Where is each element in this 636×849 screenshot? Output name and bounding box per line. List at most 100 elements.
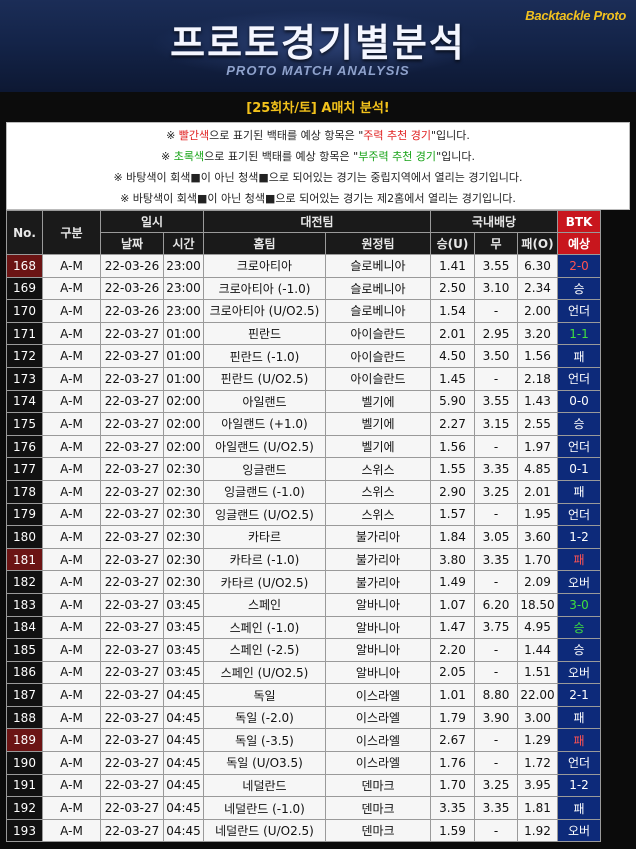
table-row[interactable]: 182 A-M 22-03-27 02:30 카타르 (U/O2.5) 불가리아 1.49-… <box>6 570 631 594</box>
table-row[interactable]: 183 A-M 22-03-27 03:45 스페인 알바니아 1.07 6.20 18.50 3… <box>6 592 631 617</box>
row-away-team: 알바니아 <box>325 660 431 685</box>
header-banner: 프로토경기별분석 PROTO MATCH ANALYSIS Backtackle… <box>0 0 636 92</box>
table-row[interactable]: 184 A-M 22-03-27 03:45 스페인 (-1.0) 알바니아 1.47 3.7… <box>6 615 631 640</box>
table-row[interactable]: 177 A-M 22-03-27 02:30 잉글랜드 스위스 1.55 3.35 4.85 0-… <box>6 457 631 481</box>
note-prefix: ※ <box>166 129 179 142</box>
row-type: A-M <box>42 728 101 753</box>
row-date: 22-03-27 <box>100 344 164 368</box>
row-away-team: 벨기에 <box>325 412 431 436</box>
row-away-team: 알바니아 <box>325 592 431 617</box>
row-date: 22-03-27 <box>100 728 164 753</box>
row-prediction: 3-0 <box>557 592 602 617</box>
row-number: 188 <box>6 705 43 730</box>
row-prediction: 패 <box>557 705 602 730</box>
row-time: 02:30 <box>163 570 204 594</box>
row-odds-lose: 2.18 <box>516 366 559 391</box>
table-row[interactable]: 189 A-M 22-03-27 04:45 독일 (-3.5) 이스라엘 2.67-1.2… <box>6 728 631 753</box>
row-number: 179 <box>6 502 43 527</box>
row-odds-win: 1.59 <box>430 818 475 843</box>
row-odds-lose: 1.81 <box>516 796 559 820</box>
row-odds-win: 1.84 <box>430 525 475 549</box>
row-home-team: 카타르 (-1.0) <box>203 547 326 572</box>
row-odds-draw: 3.35 <box>474 547 518 572</box>
table-row[interactable]: 181 A-M 22-03-27 02:30 카타르 (-1.0) 불가리아 3.80 3.3… <box>6 547 631 572</box>
row-type: A-M <box>42 254 101 278</box>
row-prediction: 2-0 <box>557 254 602 278</box>
row-type: A-M <box>42 525 101 549</box>
row-away-team: 이스라엘 <box>325 683 431 707</box>
table-row[interactable]: 171 A-M 22-03-27 01:00 핀란드 아이슬란드 2.01 2.95 3.20 1… <box>6 321 631 346</box>
row-home-team: 크로아티아 (U/O2.5) <box>203 299 326 323</box>
row-prediction: 승 <box>557 276 602 301</box>
row-odds-draw: 6.20 <box>474 592 518 617</box>
row-number: 187 <box>6 683 43 707</box>
note-suffix: "입니다. <box>431 129 470 142</box>
table-row[interactable]: 176 A-M 22-03-27 02:00 아일랜드 (U/O2.5) 벨기에 1.56-… <box>6 434 631 459</box>
row-prediction: 1-1 <box>557 321 602 346</box>
row-type: A-M <box>42 547 101 572</box>
row-odds-lose: 6.30 <box>516 254 559 278</box>
row-type: A-M <box>42 773 101 798</box>
row-home-team: 아일랜드 <box>203 389 326 414</box>
row-odds-lose: 3.95 <box>516 773 559 798</box>
row-home-team: 핀란드 (-1.0) <box>203 344 326 368</box>
row-number: 180 <box>6 525 43 549</box>
row-odds-win: 1.70 <box>430 773 475 798</box>
table-row[interactable]: 191 A-M 22-03-27 04:45 네덜란드 덴마크 1.70 3.25 3.95 1-… <box>6 773 631 798</box>
row-type: A-M <box>42 344 101 368</box>
table-row[interactable]: 186 A-M 22-03-27 03:45 스페인 (U/O2.5) 알바니아 2.05-… <box>6 660 631 685</box>
row-odds-win: 4.50 <box>430 344 475 368</box>
row-time: 04:45 <box>163 773 204 798</box>
row-away-team: 이스라엘 <box>325 728 431 753</box>
table-row[interactable]: 185 A-M 22-03-27 03:45 스페인 (-2.5) 알바니아 2.20-1.… <box>6 638 631 662</box>
table-row[interactable]: 188 A-M 22-03-27 04:45 독일 (-2.0) 이스라엘 1.79 3.90… <box>6 705 631 730</box>
row-type: A-M <box>42 638 101 662</box>
row-away-team: 벨기에 <box>325 434 431 459</box>
col-btk: BTK <box>557 210 602 233</box>
row-odds-draw: 3.90 <box>474 705 518 730</box>
brand-logo[interactable]: Backtackle Proto <box>525 8 626 23</box>
row-number: 184 <box>6 615 43 640</box>
row-time: 02:30 <box>163 479 204 504</box>
row-prediction: 0-1 <box>557 457 602 481</box>
table-row[interactable]: 180 A-M 22-03-27 02:30 카타르 불가리아 1.84 3.05 3.60 1-… <box>6 525 631 549</box>
col-match: 대전팀 <box>203 210 431 233</box>
table-row[interactable]: 193 A-M 22-03-27 04:45 네덜란드 (U/O2.5) 덴마크 1.59-… <box>6 818 631 843</box>
table-row[interactable]: 192 A-M 22-03-27 04:45 네덜란드 (-1.0) 덴마크 3.35 3.3… <box>6 796 631 820</box>
row-home-team: 네덜란드 (U/O2.5) <box>203 818 326 843</box>
table-row[interactable]: 172 A-M 22-03-27 01:00 핀란드 (-1.0) 아이슬란드 4.50 3.… <box>6 344 631 368</box>
row-date: 22-03-27 <box>100 705 164 730</box>
table-row[interactable]: 190 A-M 22-03-27 04:45 독일 (U/O3.5) 이스라엘 1.76-1… <box>6 751 631 775</box>
row-type: A-M <box>42 276 101 301</box>
row-home-team: 스페인 (-2.5) <box>203 638 326 662</box>
table-row[interactable]: 175 A-M 22-03-27 02:00 아일랜드 (+1.0) 벨기에 2.27 3.1… <box>6 412 631 436</box>
table-row[interactable]: 173 A-M 22-03-27 01:00 핀란드 (U/O2.5) 아이슬란드 1.45… <box>6 366 631 391</box>
row-away-team: 슬로베니아 <box>325 254 431 278</box>
table-row[interactable]: 168 A-M 22-03-26 23:00 크로아티아 슬로베니아 1.41 3.55 6.3… <box>6 254 631 278</box>
row-time: 04:45 <box>163 818 204 843</box>
row-odds-win: 3.35 <box>430 796 475 820</box>
table-row[interactable]: 169 A-M 22-03-26 23:00 크로아티아 (-1.0) 슬로베니아 2.50… <box>6 276 631 301</box>
table-row[interactable]: 170 A-M 22-03-26 23:00 크로아티아 (U/O2.5) 슬로베니아 1.… <box>6 299 631 323</box>
row-odds-lose: 1.95 <box>516 502 559 527</box>
row-prediction: 패 <box>557 344 602 368</box>
row-odds-win: 2.05 <box>430 660 475 685</box>
row-prediction: 승 <box>557 615 602 640</box>
table-row[interactable]: 174 A-M 22-03-27 02:00 아일랜드 벨기에 5.90 3.55 1.43 0-… <box>6 389 631 414</box>
table-row[interactable]: 179 A-M 22-03-27 02:30 잉글랜드 (U/O2.5) 스위스 1.57-… <box>6 502 631 527</box>
row-away-team: 덴마크 <box>325 818 431 843</box>
row-date: 22-03-27 <box>100 773 164 798</box>
row-odds-draw: 3.55 <box>474 389 518 414</box>
row-odds-lose: 1.72 <box>516 751 559 775</box>
row-date: 22-03-27 <box>100 525 164 549</box>
table-row[interactable]: 178 A-M 22-03-27 02:30 잉글랜드 (-1.0) 스위스 2.90 3.2… <box>6 479 631 504</box>
table-row[interactable]: 187 A-M 22-03-27 04:45 독일 이스라엘 1.01 8.80 22.00 2-… <box>6 683 631 707</box>
row-home-team: 독일 (-2.0) <box>203 705 326 730</box>
row-prediction: 1-2 <box>557 773 602 798</box>
row-home-team: 독일 (U/O3.5) <box>203 751 326 775</box>
row-odds-draw: 3.75 <box>474 615 518 640</box>
row-away-team: 덴마크 <box>325 796 431 820</box>
row-home-team: 아일랜드 (+1.0) <box>203 412 326 436</box>
row-odds-win: 5.90 <box>430 389 475 414</box>
row-number: 178 <box>6 479 43 504</box>
